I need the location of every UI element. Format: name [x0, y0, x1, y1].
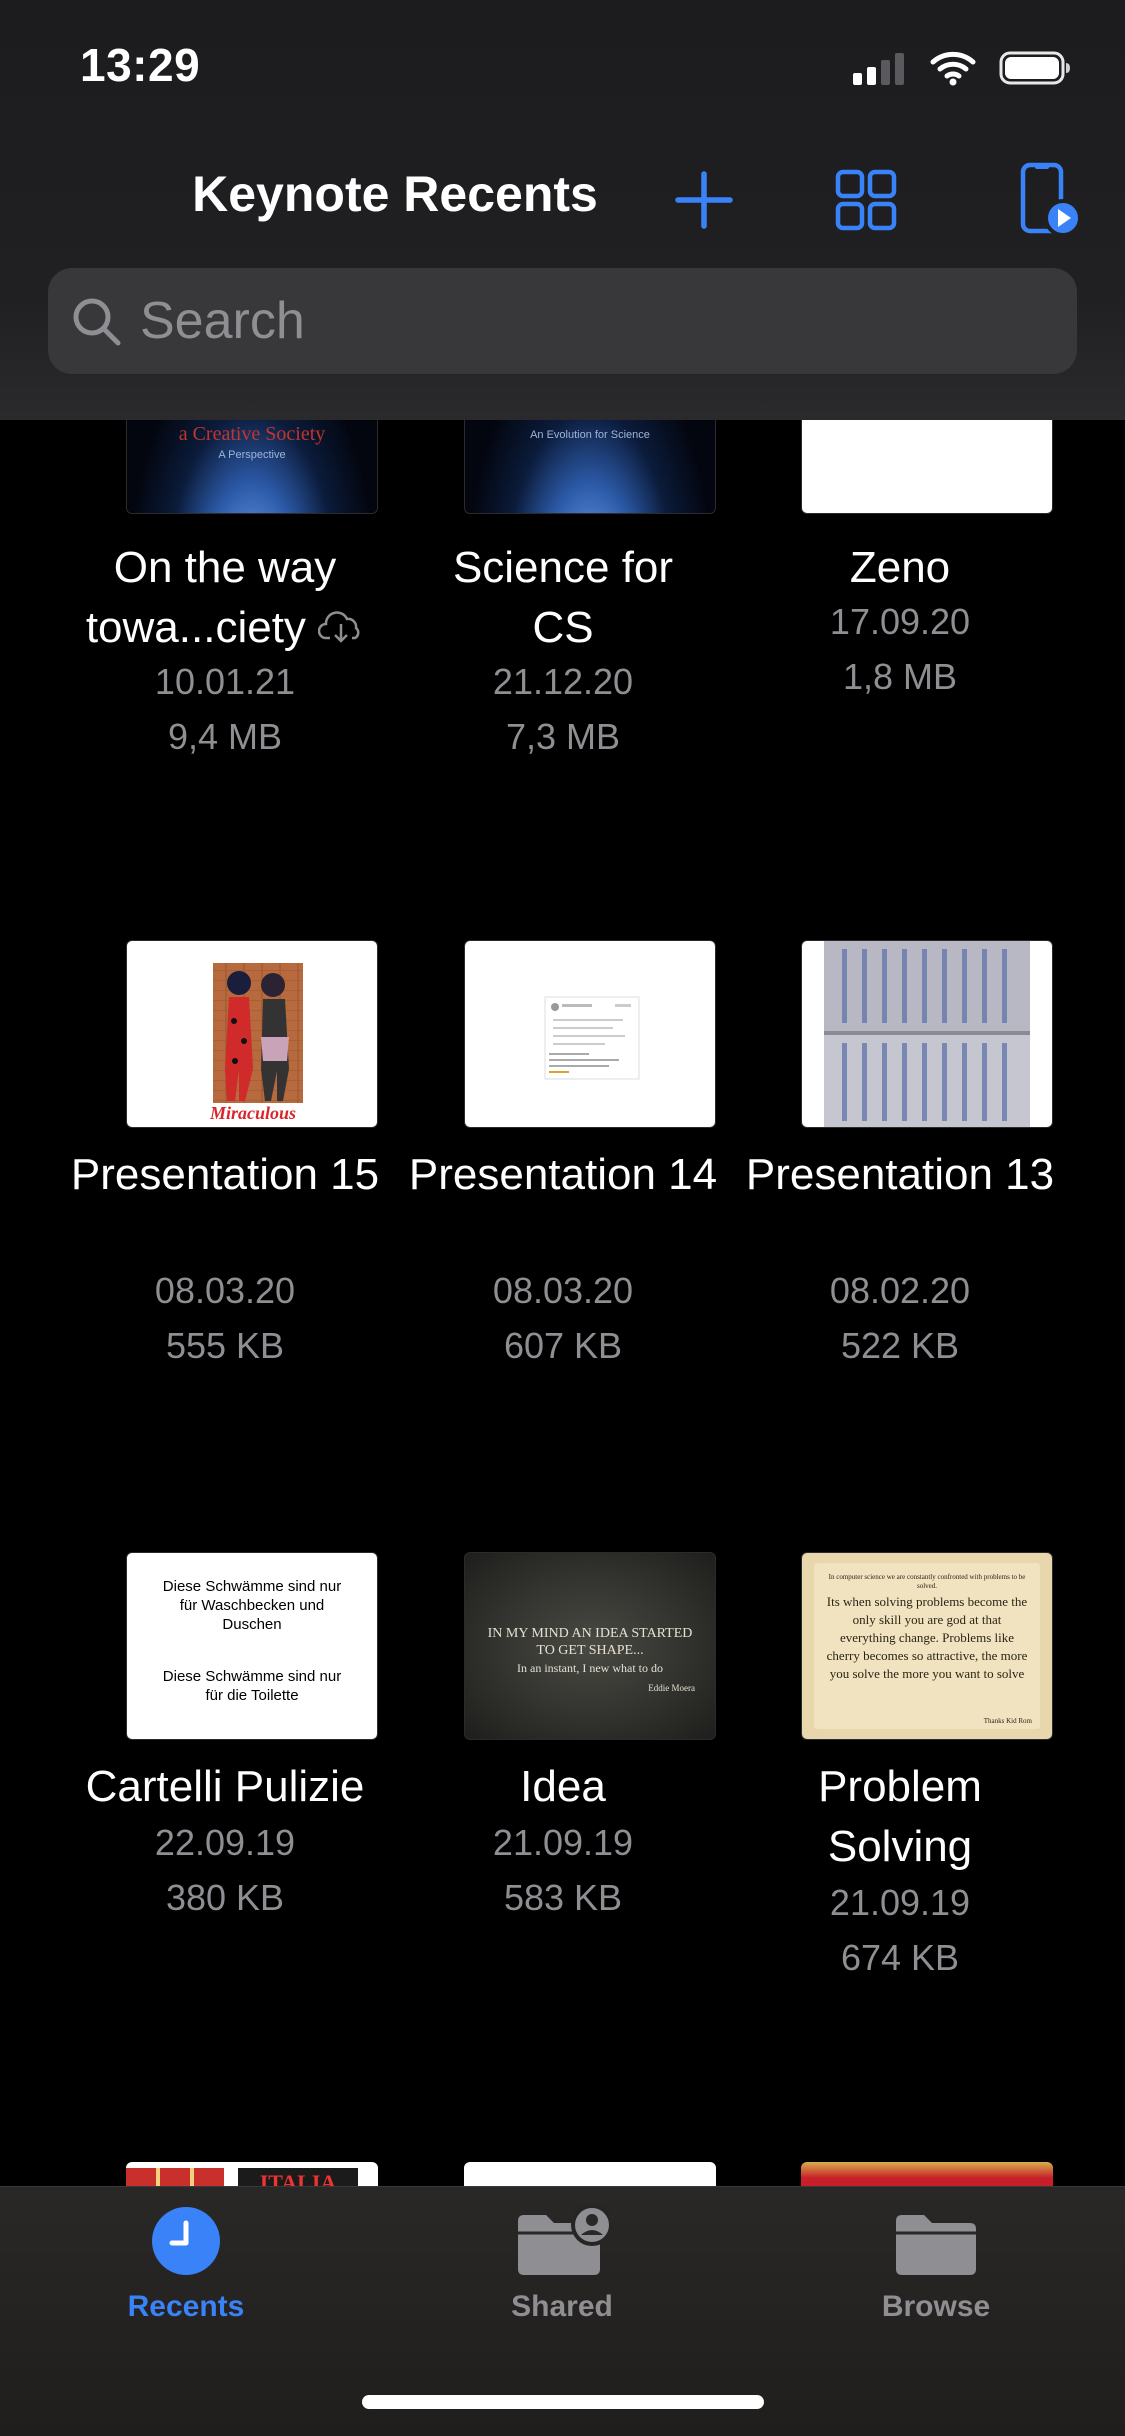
plus-icon: [675, 171, 733, 229]
search-bar[interactable]: [48, 268, 1077, 374]
document-size: 9,4 MB: [167, 716, 283, 757]
wifi-icon: [930, 51, 976, 86]
document-title: Cartelli Pulizie: [85, 1762, 365, 1811]
document-date: 21.09.19: [492, 1822, 634, 1863]
remote-play-button[interactable]: [1010, 160, 1090, 240]
tab-label: Browse: [881, 2290, 991, 2323]
document-size: 583 KB: [503, 1877, 623, 1918]
home-indicator[interactable]: [362, 2395, 764, 2409]
document-size: 555 KB: [165, 1325, 285, 1366]
status-icons: [853, 50, 1073, 86]
document-thumbnail[interactable]: Miraculous: [126, 940, 378, 1128]
tab-label: Recents: [127, 2290, 245, 2323]
search-icon: [73, 298, 121, 346]
folder-icon: [896, 2215, 976, 2275]
document-title: On the way towa...ciety: [56, 538, 394, 660]
document-date: 21.12.20: [492, 661, 634, 702]
document-date: 08.03.20: [154, 1270, 296, 1311]
document-size: 380 KB: [165, 1877, 285, 1918]
miraculous-logo: Miraculous: [209, 1103, 296, 1123]
document-thumbnail[interactable]: Diese Schwämme sind nur für Waschbecken …: [126, 1552, 378, 1740]
thumbnail-intro: In computer science we are constantly co…: [828, 1573, 1026, 1590]
document-title: Problem Solving: [818, 1762, 982, 1871]
document-date: 21.09.19: [829, 1882, 971, 1923]
thumbnail-subquote: In an instant, I new what to do: [517, 1661, 663, 1675]
search-input[interactable]: [140, 291, 1040, 351]
thumbnail-title: a Creative Society: [178, 423, 326, 445]
thumbnail-quote: IN MY MIND AN IDEA STARTED TO GET SHAPE.…: [487, 1626, 693, 1658]
document-size: 7,3 MB: [505, 716, 621, 757]
document-size: 607 KB: [503, 1325, 623, 1366]
email-screenshot-preview: [544, 996, 640, 1080]
document-size: 1,8 MB: [842, 656, 958, 697]
status-time: 13:29: [80, 39, 201, 91]
ladybug-illustration: Miraculous: [209, 963, 303, 1123]
document-title: Zeno: [849, 543, 951, 592]
thumbnail-text: Diese Schwämme sind nur für die Toilette: [162, 1668, 342, 1704]
document-date: 08.02.20: [829, 1270, 971, 1311]
cloud-download-icon[interactable]: [317, 600, 364, 660]
clock-icon: [152, 2207, 220, 2275]
thumbnail-subtitle: An Evolution for Science: [530, 429, 650, 441]
grid-view-icon: [835, 169, 897, 231]
thumbnail-author: Eddie Moera: [648, 1683, 695, 1693]
thumbnail-text: Diese Schwämme sind nur für Waschbecken …: [162, 1578, 342, 1633]
document-date: 08.03.20: [492, 1270, 634, 1311]
document-thumbnail[interactable]: [801, 940, 1053, 1128]
document-thumbnail[interactable]: In computer science we are constantly co…: [801, 1552, 1053, 1740]
document-title: Idea: [520, 1762, 606, 1811]
document-title: Presentation 14: [408, 1150, 718, 1199]
tab-shared[interactable]: Shared: [432, 2204, 692, 2324]
thumbnail-author: Thanks Kid Rom: [983, 1717, 1032, 1725]
document-date: 22.09.19: [154, 1822, 296, 1863]
document-title: Presentation 13: [745, 1150, 1055, 1199]
view-mode-button[interactable]: [826, 160, 906, 240]
document-title: Science for CS: [452, 543, 674, 652]
table-photo-preview: [824, 941, 1030, 1127]
navigation-header: 13:29 Keynote Recents: [0, 0, 1125, 420]
document-thumbnail[interactable]: [464, 940, 716, 1128]
tab-label: Shared: [511, 2290, 613, 2323]
tab-recents[interactable]: Recents: [56, 2205, 316, 2324]
cellular-signal-icon: [853, 53, 904, 85]
thumbnail-subtitle: A Perspective: [218, 449, 286, 461]
phone-play-icon: [1020, 162, 1082, 237]
new-document-button[interactable]: [664, 160, 744, 240]
document-title: Presentation 15: [70, 1150, 380, 1199]
document-size: 522 KB: [840, 1325, 960, 1366]
thumbnail-body: Its when solving problems become the onl…: [826, 1594, 1028, 1681]
shared-folder-icon: [518, 2204, 613, 2275]
document-date: 10.01.21: [154, 661, 296, 702]
battery-icon: [999, 51, 1070, 85]
document-thumbnail[interactable]: IN MY MIND AN IDEA STARTED TO GET SHAPE.…: [464, 1552, 716, 1740]
document-size: 674 KB: [840, 1937, 960, 1978]
tab-browse[interactable]: Browse: [806, 2205, 1066, 2324]
document-date: 17.09.20: [829, 601, 971, 642]
